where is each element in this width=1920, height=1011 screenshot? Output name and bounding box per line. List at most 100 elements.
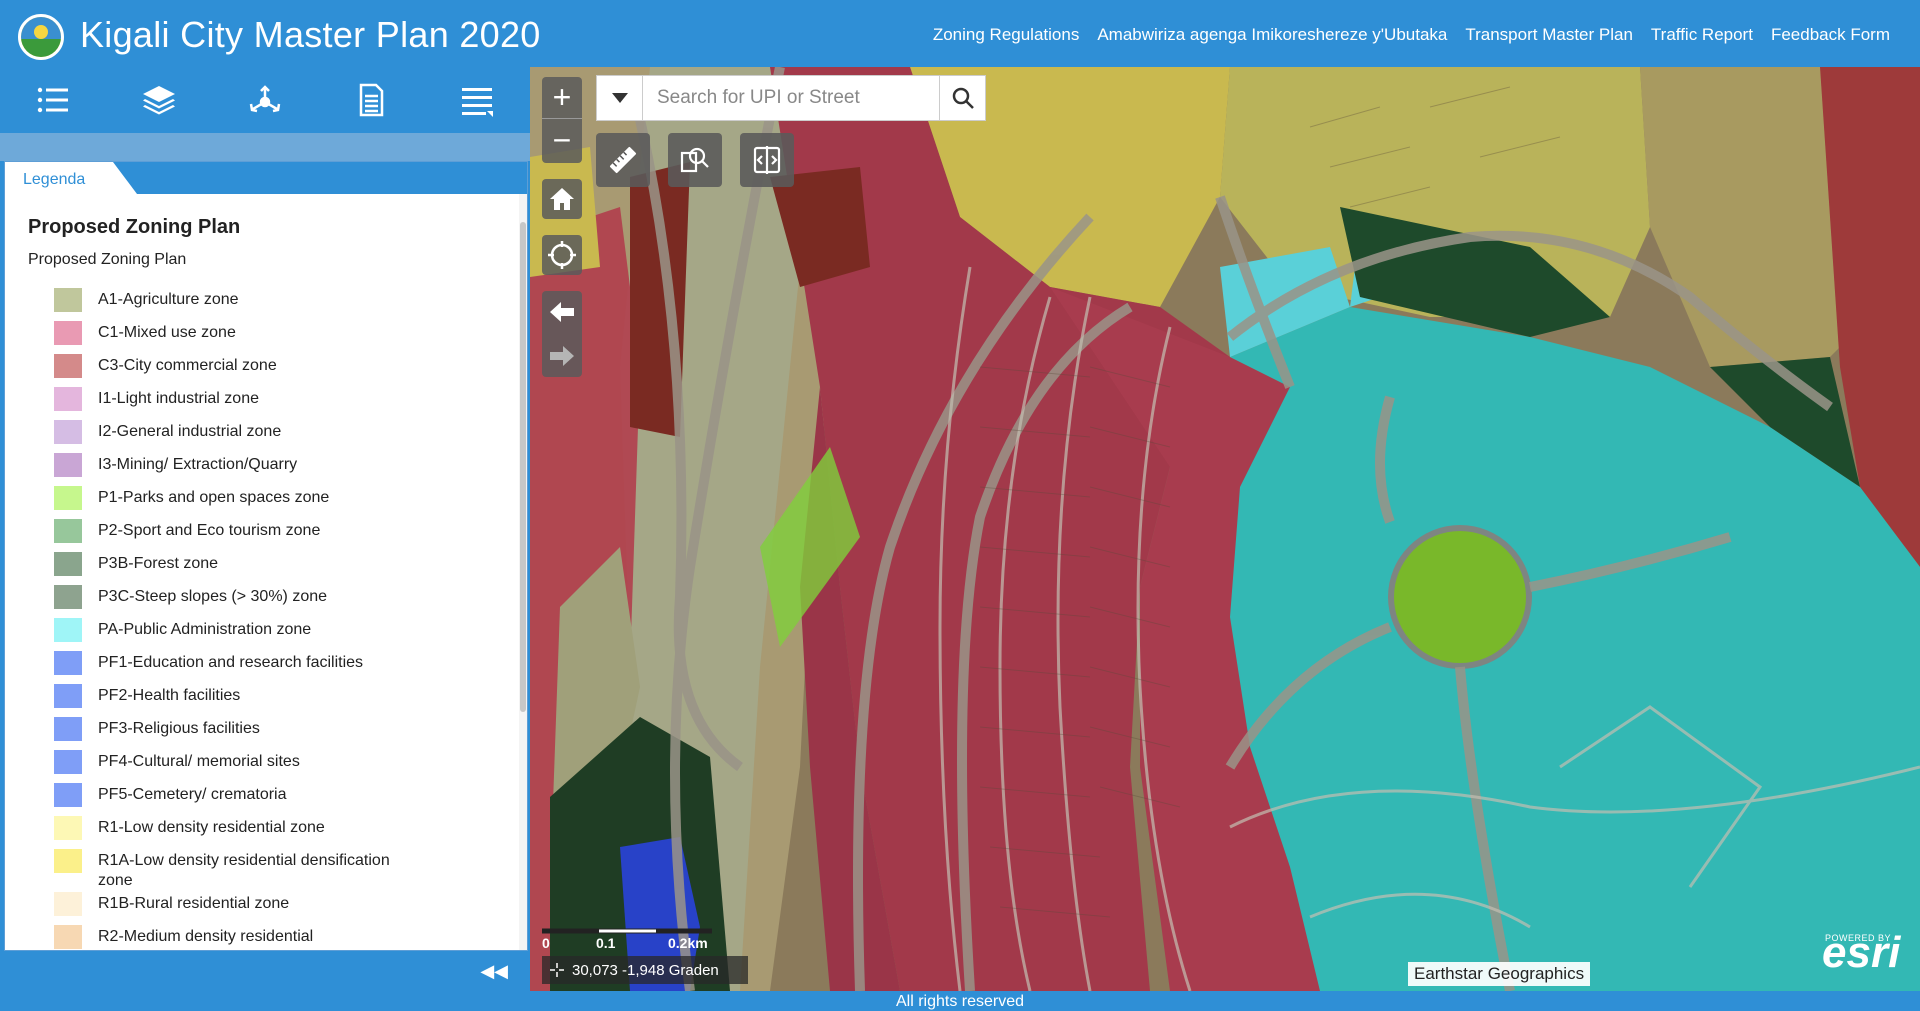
legend-item: R1A-Low density residential densificatio… — [54, 848, 519, 891]
legend-item: R2-Medium density residential — [54, 924, 519, 950]
swipe-button[interactable] — [740, 133, 794, 187]
zoom-control: + − — [542, 77, 582, 163]
map-canvas[interactable] — [530, 67, 1920, 991]
widget-toolbar — [0, 67, 530, 133]
legend-scrollbar[interactable] — [519, 194, 527, 950]
panel-tab-bar: Legenda — [5, 162, 527, 194]
legend-label: R1A-Low density residential densificatio… — [98, 852, 390, 889]
legend-item: R1B-Rural residential zone — [54, 891, 519, 924]
zoom-in-button[interactable]: + — [542, 77, 582, 119]
link-traffic-report[interactable]: Traffic Report — [1651, 25, 1753, 45]
forward-extent-button[interactable] — [549, 343, 575, 374]
back-extent-button[interactable] — [549, 299, 575, 330]
legend-label: C3-City commercial zone — [98, 357, 277, 374]
search-input[interactable] — [643, 76, 939, 120]
esri-logo[interactable]: esri — [1822, 931, 1900, 975]
legend-item: C3-City commercial zone — [54, 353, 519, 386]
legend-label: PF5-Cemetery/ crematoria — [98, 786, 287, 803]
scale-label-0: 0 — [542, 935, 550, 951]
arrow-right-icon — [550, 346, 574, 366]
menu-icon — [462, 88, 493, 117]
legend-tool-button[interactable] — [0, 67, 106, 133]
legend-item: PF5-Cemetery/ crematoria — [54, 782, 519, 815]
map-view[interactable]: + − 0 0.1 — [530, 67, 1920, 991]
legend-swatch — [54, 651, 82, 675]
list-icon — [37, 87, 68, 113]
layers-icon — [143, 86, 175, 115]
collapse-panel-icon[interactable]: ◀◀ — [480, 961, 508, 982]
link-amabwiriza[interactable]: Amabwiriza agenga Imikoreshereze y'Ubuta… — [1097, 25, 1447, 45]
legend-swatch — [54, 684, 82, 708]
legend-swatch — [54, 354, 82, 378]
locate-button[interactable] — [542, 235, 582, 275]
legend-label: P2-Sport and Eco tourism zone — [98, 522, 321, 539]
ruler-icon — [609, 146, 637, 174]
legend-swatch — [54, 849, 82, 873]
search-icon — [952, 87, 974, 109]
legend-item: P2-Sport and Eco tourism zone — [54, 518, 519, 551]
locate-icon — [548, 241, 576, 269]
tab-legend[interactable]: Legenda — [5, 162, 137, 194]
legend-swatch — [54, 783, 82, 807]
crosshair-icon — [550, 963, 564, 977]
legend-item: R1-Low density residential zone — [54, 815, 519, 848]
legend-scroll-thumb[interactable] — [520, 222, 526, 712]
legend-swatch — [54, 717, 82, 741]
header-links: Zoning Regulations Amabwiriza agenga Imi… — [933, 25, 1890, 45]
layers-tool-button[interactable] — [106, 67, 212, 133]
legend-swatch — [54, 387, 82, 411]
legend-item: PF2-Health facilities — [54, 683, 519, 716]
legend-swatch — [54, 750, 82, 774]
query-button[interactable] — [668, 133, 722, 187]
swipe-icon — [753, 146, 781, 174]
legend-swatch — [54, 486, 82, 510]
legend-label: PF3-Religious facilities — [98, 720, 260, 737]
measure-button[interactable] — [596, 133, 650, 187]
legend-item: I1-Light industrial zone — [54, 386, 519, 419]
legend-label: P3B-Forest zone — [98, 555, 219, 572]
share-tool-button[interactable] — [212, 67, 318, 133]
legend-swatch — [54, 892, 82, 916]
link-transport-master-plan[interactable]: Transport Master Plan — [1465, 25, 1633, 45]
legend-subtitle: Proposed Zoning Plan — [28, 251, 187, 268]
share-icon — [249, 85, 281, 113]
legend-label: I1-Light industrial zone — [98, 390, 259, 407]
home-button[interactable] — [542, 179, 582, 219]
legend-label: C1-Mixed use zone — [98, 324, 236, 341]
scale-label-1: 0.1 — [596, 935, 616, 951]
legend-item: PA-Public Administration zone — [54, 617, 519, 650]
legend-swatch — [54, 552, 82, 576]
zoom-out-button[interactable]: − — [542, 120, 582, 162]
link-zoning-regulations[interactable]: Zoning Regulations — [933, 25, 1079, 45]
legend-label: R1B-Rural residential zone — [98, 895, 290, 912]
coordinate-readout[interactable]: 30,073 -1,948 Graden — [542, 956, 748, 984]
legend-item: C1-Mixed use zone — [54, 320, 519, 353]
search-source-dropdown[interactable] — [597, 76, 643, 120]
legend-label: R2-Medium density residential — [98, 928, 314, 945]
panel-footer: ◀◀ — [0, 951, 530, 991]
app-header: Kigali City Master Plan 2020 Zoning Regu… — [0, 0, 1920, 67]
legend-swatch — [54, 585, 82, 609]
legend-panel: Legenda Proposed Zoning Plan Proposed Zo… — [4, 161, 528, 951]
legend-item: P3B-Forest zone — [54, 551, 519, 584]
zoom-document-icon — [680, 147, 709, 173]
legend-item: PF4-Cultural/ memorial sites — [54, 749, 519, 782]
legend-swatch — [54, 321, 82, 345]
link-feedback-form[interactable]: Feedback Form — [1771, 25, 1890, 45]
legend-item: I2-General industrial zone — [54, 419, 519, 452]
legend-label: P3C-Steep slopes (> 30%) zone — [98, 588, 328, 605]
legend-label: I2-General industrial zone — [98, 423, 282, 440]
search-button[interactable] — [939, 76, 985, 120]
legend-item: P1-Parks and open spaces zone — [54, 485, 519, 518]
caret-down-icon — [611, 93, 628, 103]
document-icon — [359, 83, 384, 117]
document-tool-button[interactable] — [318, 67, 424, 133]
menu-tool-button[interactable] — [424, 67, 530, 133]
legend-item: P3C-Steep slopes (> 30%) zone — [54, 584, 519, 617]
legend-swatch — [54, 453, 82, 477]
legend-swatch — [54, 925, 82, 949]
panel-spacer — [0, 133, 530, 161]
legend-swatch — [54, 816, 82, 840]
legend-label: PF4-Cultural/ memorial sites — [98, 753, 300, 770]
app-title: Kigali City Master Plan 2020 — [80, 14, 541, 55]
